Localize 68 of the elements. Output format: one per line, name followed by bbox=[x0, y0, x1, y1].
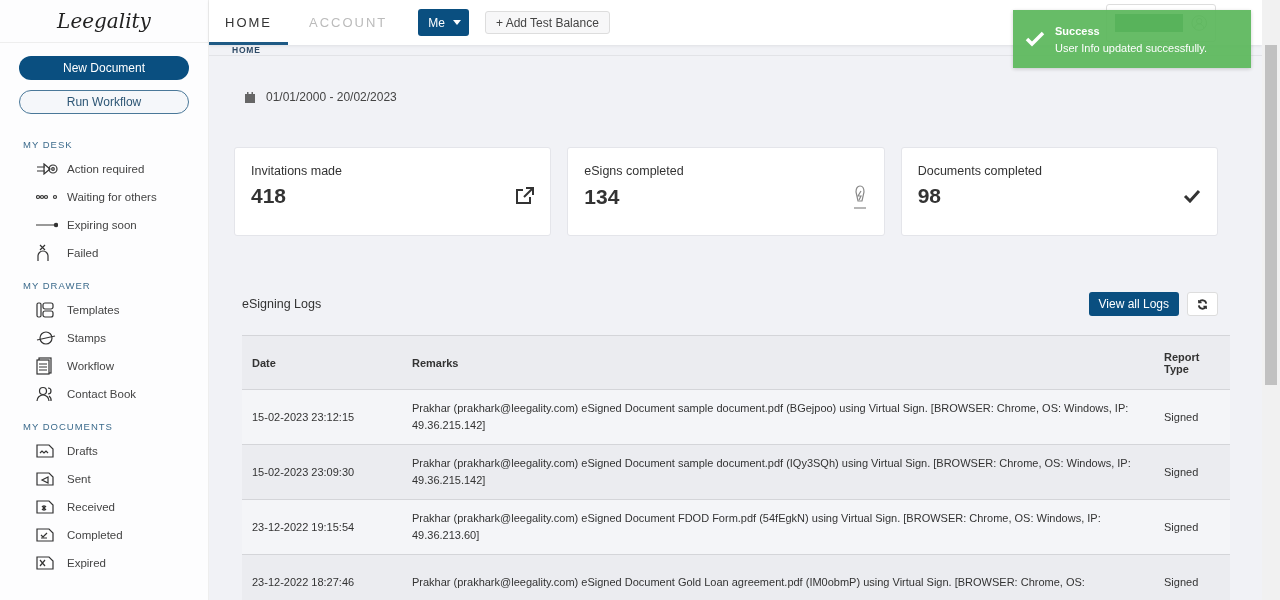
sidebar-item[interactable]: Action required bbox=[67, 163, 145, 175]
section-heading: MY DRAWER bbox=[22, 279, 92, 293]
scrollbar[interactable] bbox=[1262, 0, 1280, 600]
send-envelope-icon bbox=[36, 472, 54, 486]
tab[interactable]: HOME bbox=[209, 0, 288, 45]
sidebar-item[interactable]: Templates bbox=[67, 304, 120, 316]
breadcrumb[interactable]: HOME bbox=[232, 45, 261, 55]
table-cell: Prakhar (prakhark@leegality.com) eSigned Document sample document.pdf (IQy3SQh) using Virtual Sign. [BROWSER: Chrome, OS: Windows, IP: 49.36.215.142] bbox=[412, 457, 1131, 486]
sidebar-item[interactable]: Expired bbox=[67, 557, 106, 569]
column-header: Date bbox=[252, 356, 276, 369]
toast-message: User Info updated successfully. bbox=[1055, 41, 1208, 54]
logo: Leegality bbox=[57, 9, 151, 33]
sidebar-item[interactable]: Waiting for others bbox=[67, 191, 157, 203]
sidebar-item[interactable]: Workflow bbox=[67, 360, 115, 372]
sidebar-item[interactable]: Received bbox=[67, 501, 115, 513]
column-header: Remarks bbox=[412, 356, 459, 369]
run-workflow-button[interactable]: Run Workflow bbox=[19, 90, 189, 114]
sidebar-item[interactable]: Failed bbox=[67, 247, 99, 259]
table-cell: 15-02-2023 23:12:15 bbox=[252, 410, 355, 423]
users-icon bbox=[36, 386, 54, 402]
document-icon bbox=[36, 357, 52, 375]
refresh-button[interactable] bbox=[1187, 292, 1218, 316]
table-cell: Signed bbox=[1164, 465, 1199, 478]
dots-icon bbox=[36, 193, 58, 201]
table-cell: 15-02-2023 23:09:30 bbox=[252, 465, 355, 478]
stat-label: Documents completed bbox=[917, 164, 1044, 178]
checkmark-icon bbox=[1183, 189, 1201, 203]
stat-value: 134 bbox=[584, 185, 620, 209]
section-heading: MY DOCUMENTS bbox=[22, 420, 114, 434]
stat-label: eSigns completed bbox=[584, 164, 685, 178]
section-heading: MY DESK bbox=[22, 138, 74, 152]
table-cell: 23-12-2022 18:27:46 bbox=[252, 575, 355, 588]
stat-label: Invitations made bbox=[251, 164, 344, 178]
section-title: eSigning Logs bbox=[242, 297, 322, 311]
table-cell: 23-12-2022 19:15:54 bbox=[252, 520, 355, 533]
stat-value: 98 bbox=[917, 184, 941, 208]
table-cell: Signed bbox=[1164, 410, 1199, 423]
refresh-icon bbox=[1197, 298, 1208, 310]
table-cell: Prakhar (prakhark@leegality.com) eSigned Document Gold Loan agreement.pdf (IM0obmP) using Virtual Sign. [BROWSER: Chrome, OS: bbox=[412, 575, 1085, 588]
fuse-icon bbox=[36, 222, 58, 228]
sidebar-item[interactable]: Contact Book bbox=[67, 388, 137, 400]
cross-envelope-icon bbox=[36, 556, 54, 570]
table-cell: Signed bbox=[1164, 520, 1199, 533]
stat-value: 418 bbox=[251, 184, 287, 208]
table-cell: Prakhar (prakhark@leegality.com) eSigned Document FDOD Form.pdf (54fEgkN) using Virtual Sign. [BROWSER: Chrome, OS: Windows, IP: 49.36.213.60] bbox=[412, 512, 1101, 541]
templates-icon bbox=[36, 302, 54, 318]
cross-arch-icon bbox=[36, 244, 50, 262]
checkmark-icon bbox=[1025, 31, 1045, 47]
user-menu-button[interactable]: Me bbox=[418, 9, 469, 36]
date-range[interactable]: 01/01/2000 - 20/02/2023 bbox=[266, 90, 397, 104]
view-all-logs-button[interactable]: View all Logs bbox=[1088, 292, 1179, 316]
wave-envelope-icon bbox=[36, 444, 54, 458]
table-cell: Prakhar (prakhark@leegality.com) eSigned Document sample document.pdf (BGejpoo) using Virtual Sign. [BROWSER: Chrome, OS: Windows, IP: 49.36.215.142] bbox=[412, 402, 1129, 431]
table-cell: Signed bbox=[1164, 575, 1199, 588]
toast-title: Success bbox=[1055, 24, 1101, 37]
globe-icon bbox=[36, 331, 56, 345]
new-document-button[interactable]: New Document bbox=[19, 56, 189, 80]
arrow-target-icon bbox=[36, 163, 58, 175]
column-header: Report Type bbox=[1164, 350, 1200, 375]
add-test-balance-button[interactable]: + Add Test Balance bbox=[484, 11, 610, 34]
sidebar-item[interactable]: Sent bbox=[67, 473, 91, 485]
sidebar-item[interactable]: Expiring soon bbox=[67, 219, 137, 231]
external-link-icon bbox=[514, 186, 535, 206]
sidebar-item[interactable]: Drafts bbox=[67, 445, 98, 457]
calendar-icon bbox=[245, 91, 255, 103]
pen-nib-icon bbox=[851, 184, 868, 210]
sidebar-item[interactable]: Completed bbox=[67, 529, 123, 541]
sidebar-item[interactable]: Stamps bbox=[67, 332, 106, 344]
